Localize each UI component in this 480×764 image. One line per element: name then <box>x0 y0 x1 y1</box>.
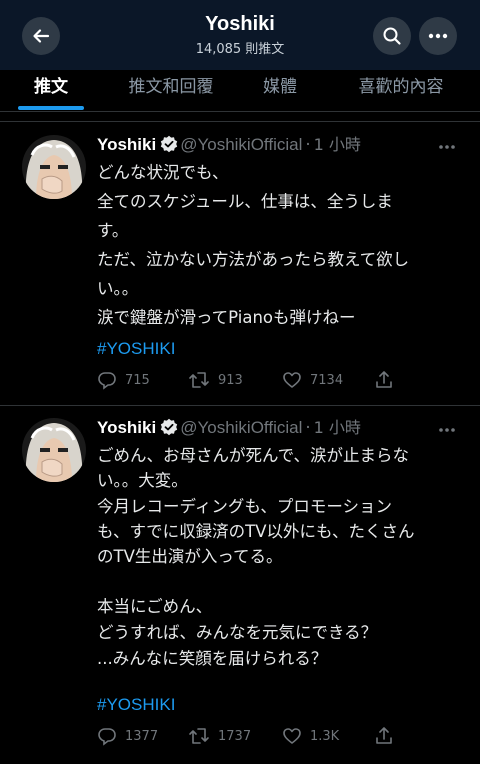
reply-button[interactable]: 1377 <box>97 726 158 746</box>
tweet-time[interactable]: 1 小時 <box>314 418 361 437</box>
like-count: 7134 <box>310 372 344 388</box>
retweet-icon <box>189 728 209 744</box>
share-icon <box>376 727 392 744</box>
tweet[interactable]: Yoshiki @YoshikiOfficial · 1 小時 ごめん、お母さんが死ん… <box>0 406 480 764</box>
author-name[interactable]: Yoshiki <box>97 418 156 437</box>
tweet[interactable]: Yoshiki @YoshikiOfficial · 1 小時 どんな状況でも、 全て… <box>0 123 480 406</box>
verified-badge-icon <box>161 418 178 436</box>
share-button[interactable] <box>374 370 402 390</box>
tab-tweets-and-replies[interactable]: 推文和回覆 <box>116 70 226 112</box>
verified-badge-icon <box>161 135 178 153</box>
section-divider <box>0 112 480 122</box>
tweet-text-line: 涙で鍵盤が滑ってPianoも弾けねー <box>97 308 356 327</box>
profile-header: Yoshiki 14,085 則推文 <box>0 0 480 70</box>
active-tab-indicator <box>18 106 84 110</box>
tweet-time[interactable]: 1 小時 <box>314 135 361 154</box>
avatar[interactable] <box>22 135 86 199</box>
retweet-icon <box>189 372 209 388</box>
search-button[interactable] <box>373 17 411 55</box>
reply-icon <box>98 728 116 746</box>
like-button[interactable]: 1.3K <box>282 726 339 746</box>
retweet-button[interactable]: 913 <box>188 370 243 390</box>
author-handle[interactable]: @YoshikiOfficial <box>180 135 302 154</box>
reply-count: 715 <box>125 372 150 388</box>
tab-media[interactable]: 媒體 <box>252 70 308 112</box>
tweet-text-line: す。 <box>97 221 129 240</box>
separator-dot: · <box>305 418 311 437</box>
tweet-header: Yoshiki @YoshikiOfficial · 1 小時 <box>97 133 361 157</box>
more-icon <box>428 33 448 39</box>
avatar[interactable] <box>22 418 86 482</box>
retweet-count: 913 <box>218 372 243 388</box>
like-count: 1.3K <box>310 728 340 744</box>
tweet-header: Yoshiki @YoshikiOfficial · 1 小時 <box>97 416 361 440</box>
tweet-more-icon[interactable] <box>438 144 456 150</box>
reply-count: 1377 <box>125 728 159 744</box>
reply-button[interactable]: 715 <box>97 370 150 390</box>
tweet-text-line: い。。 <box>97 279 139 298</box>
tweet-more-icon[interactable] <box>438 427 456 433</box>
more-button[interactable] <box>419 17 457 55</box>
retweet-count: 1737 <box>218 728 252 744</box>
reply-icon <box>98 372 116 390</box>
separator-dot: · <box>305 135 311 154</box>
hashtag-link[interactable]: #YOSHIKI <box>97 339 175 359</box>
tab-likes[interactable]: 喜歡的內容 <box>346 70 456 112</box>
tweet-text-line: ...みんなに笑顔を届けられる？ <box>97 649 328 668</box>
like-icon <box>283 728 301 744</box>
retweet-button[interactable]: 1737 <box>188 726 251 746</box>
like-button[interactable]: 7134 <box>282 370 343 390</box>
tweet-text-line: ただ、泣かない方法があったら教えて欲し <box>97 250 410 269</box>
profile-tabs: 推文 推文和回覆 媒體 喜歡的內容 <box>0 70 480 112</box>
like-icon <box>283 372 301 388</box>
tweet-text-line: のTV生出演が入ってる。 <box>97 547 283 566</box>
tweet-text-line: 全てのスケジュール、仕事は、全うしま <box>97 192 393 211</box>
share-button[interactable] <box>374 726 402 746</box>
share-icon <box>376 371 392 388</box>
author-handle[interactable]: @YoshikiOfficial <box>180 418 302 437</box>
tweet-text-line: どんな状況でも、 <box>97 163 229 182</box>
hashtag-link[interactable]: #YOSHIKI <box>97 695 175 715</box>
author-name[interactable]: Yoshiki <box>97 135 156 154</box>
search-icon <box>383 27 401 45</box>
